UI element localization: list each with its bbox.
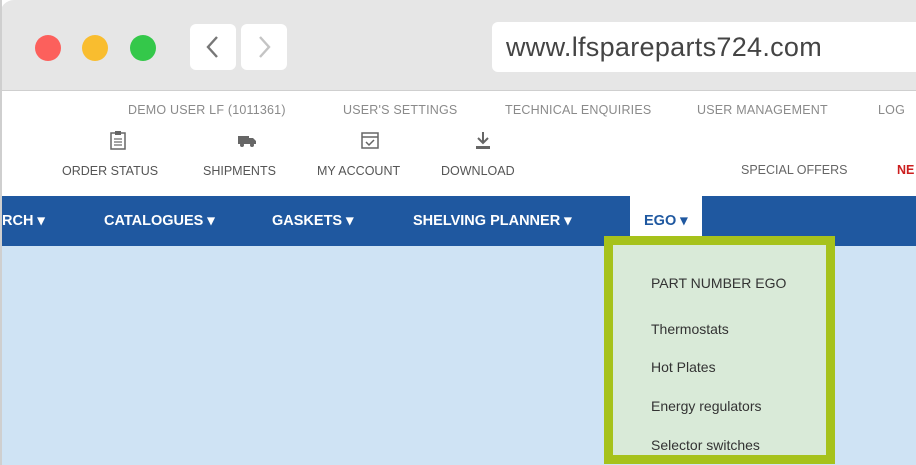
my-account-link[interactable]: MY ACCOUNT	[317, 164, 400, 178]
download-link[interactable]: DOWNLOAD	[441, 164, 515, 178]
download-icon	[476, 132, 490, 149]
user-top-bar: DEMO USER LF (1011361) USER'S SETTINGS T…	[0, 103, 916, 123]
nav-catalogues[interactable]: CATALOGUES ▾	[104, 196, 215, 246]
menu-item-hot-plates[interactable]: Hot Plates	[651, 359, 716, 375]
technical-enquiries-link[interactable]: TECHNICAL ENQUIRIES	[505, 103, 651, 117]
truck-icon	[238, 136, 256, 147]
address-bar[interactable]: www.lfspareparts724.com	[492, 22, 916, 72]
shipments-link[interactable]: SHIPMENTS	[203, 164, 276, 178]
nav-gaskets-label: GASKETS	[272, 213, 343, 229]
user-management-link[interactable]: USER MANAGEMENT	[697, 103, 828, 117]
account-icon-row: ORDER STATUS SHIPMENTS MY ACCOUNT DOWNLO…	[0, 130, 916, 190]
users-settings-link[interactable]: USER'S SETTINGS	[343, 103, 457, 117]
chevron-left-icon	[206, 36, 218, 58]
clipboard-icon	[110, 131, 126, 150]
new-link[interactable]: NE	[897, 163, 914, 177]
nav-shelving-planner[interactable]: SHELVING PLANNER ▾	[413, 196, 571, 246]
browser-toolbar: www.lfspareparts724.com	[0, 0, 916, 91]
menu-item-thermostats[interactable]: Thermostats	[651, 321, 729, 337]
special-offers-link[interactable]: SPECIAL OFFERS	[741, 163, 848, 177]
user-name-label: DEMO USER LF (1011361)	[128, 103, 286, 117]
menu-item-energy-regulators[interactable]: Energy regulators	[651, 398, 762, 414]
forward-button[interactable]	[241, 24, 287, 70]
nav-ego-label: EGO	[644, 213, 677, 229]
menu-item-part-number-ego[interactable]: PART NUMBER EGO	[651, 275, 786, 291]
order-status-link[interactable]: ORDER STATUS	[62, 164, 158, 178]
chevron-right-icon	[259, 36, 271, 58]
nav-search[interactable]: RCH ▾	[2, 196, 45, 246]
nav-gaskets[interactable]: GASKETS ▾	[272, 196, 353, 246]
maximize-window-button[interactable]	[130, 35, 156, 61]
close-window-button[interactable]	[35, 35, 61, 61]
nav-search-label: RCH	[2, 213, 34, 229]
logout-link[interactable]: LOG	[878, 103, 905, 117]
back-button[interactable]	[190, 24, 236, 70]
calendar-icon	[361, 132, 379, 149]
nav-catalogues-label: CATALOGUES	[104, 213, 204, 229]
ego-dropdown-menu: PART NUMBER EGO Thermostats Hot Plates E…	[604, 236, 835, 464]
menu-item-selector-switches[interactable]: Selector switches	[651, 437, 760, 453]
nav-shelving-label: SHELVING PLANNER	[413, 213, 561, 229]
minimize-window-button[interactable]	[82, 35, 108, 61]
